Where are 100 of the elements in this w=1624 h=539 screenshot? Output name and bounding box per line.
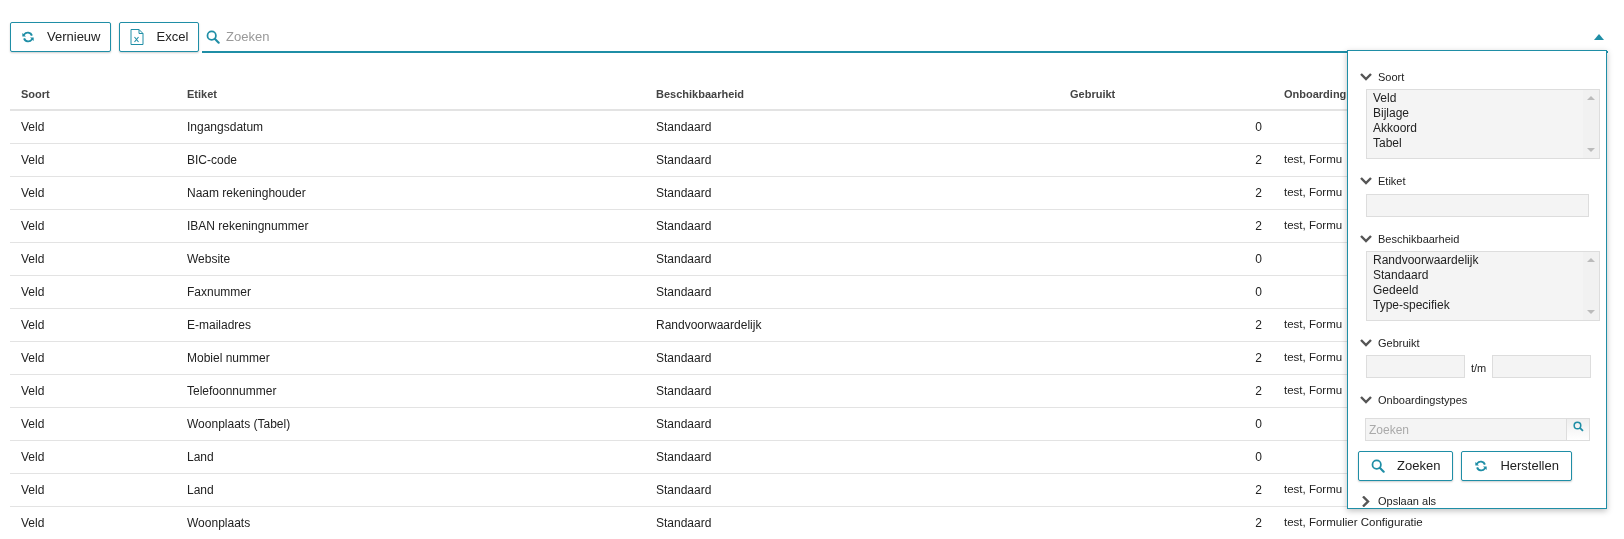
scroll-down-icon[interactable]: [1587, 148, 1595, 152]
table-cell-text: 2: [1255, 383, 1262, 400]
refresh-icon: [21, 30, 35, 44]
list-option[interactable]: Randvoorwaardelijk: [1373, 253, 1583, 268]
input-field[interactable]: [1366, 193, 1589, 217]
filter-label: Beschikbaarheid: [1378, 231, 1460, 247]
table-cell-text: 2: [1255, 515, 1262, 532]
table-cell-text: test, Formu: [1284, 185, 1343, 201]
table-cell-text: 2: [1255, 350, 1262, 367]
table-cell-text: test, Formu: [1284, 218, 1343, 234]
table-cell-text: Veld: [21, 152, 45, 169]
input-field[interactable]: [1366, 355, 1465, 378]
list-option[interactable]: Akkoord: [1373, 121, 1583, 136]
table-cell-text: test, Formu: [1284, 317, 1343, 333]
chevron-down-icon[interactable]: [1360, 337, 1372, 349]
excel-button[interactable]: Excel: [119, 22, 200, 52]
table-cell-text: Veld: [21, 119, 45, 136]
column-header[interactable]: Soort: [21, 85, 50, 103]
table-cell-text: Veld: [21, 449, 45, 466]
list-option[interactable]: Standaard: [1373, 268, 1583, 283]
table-cell-text: 2: [1255, 152, 1262, 169]
table-cell-text: Standaard: [656, 218, 712, 235]
search-button[interactable]: Zoeken: [1358, 451, 1454, 481]
table-cell-text: Standaard: [656, 515, 712, 532]
table-cell-text: E-mailadres: [187, 317, 252, 334]
refresh-icon: [1474, 459, 1489, 473]
filter-label: Gebruikt: [1378, 335, 1420, 351]
table-cell-text: test, Formu: [1284, 383, 1343, 399]
table-cell-text: Mobiel nummer: [187, 350, 270, 367]
input-field[interactable]: [1492, 355, 1592, 378]
table-cell-text: Standaard: [656, 185, 712, 202]
chevron-right-icon[interactable]: [1360, 495, 1372, 507]
refresh-button[interactable]: Vernieuw: [10, 22, 112, 52]
table-cell-text: Land: [187, 482, 214, 499]
table-cell-text: 2: [1255, 218, 1262, 235]
table-cell-text: Standaard: [656, 119, 712, 136]
list-option[interactable]: Tabel: [1373, 136, 1583, 151]
table-cell-text: Veld: [21, 515, 45, 532]
table-cell-text: Standaard: [656, 449, 712, 466]
table-cell-text: Veld: [21, 218, 45, 235]
table-cell-text: Standaard: [656, 482, 712, 499]
scroll-up-icon[interactable]: [1587, 96, 1595, 100]
table-cell-text: 2: [1255, 482, 1262, 499]
list-option[interactable]: Bijlage: [1373, 106, 1583, 121]
table-cell-text: 2: [1255, 185, 1262, 202]
column-header[interactable]: Etiket: [187, 85, 217, 103]
table-cell-text: Woonplaats (Tabel): [187, 416, 291, 433]
filter-label: Onboardingstypes: [1378, 392, 1468, 408]
table-cell-text: IBAN rekeningnummer: [187, 218, 309, 235]
table-cell-text: Veld: [21, 416, 45, 433]
list-box[interactable]: Veld Bijlage Akkoord Tabel: [1366, 89, 1600, 159]
search-button[interactable]: [1566, 419, 1589, 440]
table-cell-text: 0: [1255, 251, 1262, 268]
table-cell-text: Veld: [21, 350, 45, 367]
table-cell-text: Standaard: [656, 152, 712, 169]
list-box[interactable]: Randvoorwaardelijk Standaard Gedeeld Type-specifiek: [1366, 251, 1600, 321]
column-header[interactable]: Onboarding: [1284, 85, 1347, 103]
search-input[interactable]: Zoeken: [226, 26, 1588, 47]
chevron-down-icon[interactable]: [1360, 233, 1372, 245]
table-cell-text: Veld: [21, 482, 45, 499]
table-cell-text: Telefoonnummer: [187, 383, 277, 400]
table-cell-text: Veld: [21, 317, 45, 334]
chevron-down-icon[interactable]: [1360, 175, 1372, 187]
table-cell-text: Veld: [21, 284, 45, 301]
table-cell-text: 0: [1255, 284, 1262, 301]
filter-label: Etiket: [1378, 173, 1406, 189]
table-cell-text: Standaard: [656, 416, 712, 433]
scroll-down-icon[interactable]: [1587, 310, 1595, 314]
table-cell-text: Randvoorwaardelijk: [656, 317, 762, 334]
table-cell-text: 0: [1255, 449, 1262, 466]
table-cell-text: Woonplaats: [187, 515, 251, 532]
chevron-down-icon[interactable]: [1360, 71, 1372, 83]
table-cell-text: 0: [1255, 119, 1262, 136]
reset-button[interactable]: Herstellen: [1461, 451, 1572, 481]
table-cell-text: Standaard: [656, 284, 712, 301]
search-icon: [206, 29, 220, 44]
table-cell-text: Veld: [21, 251, 45, 268]
list-option[interactable]: Veld: [1373, 91, 1583, 106]
range-separator: t/m: [1471, 361, 1487, 377]
table-cell-text: test, Formu: [1284, 482, 1343, 498]
table-cell-text: test, Formu: [1284, 152, 1343, 168]
list-option[interactable]: Gedeeld: [1373, 283, 1583, 298]
table-cell-text: test, Formulier Configuratie: [1284, 515, 1423, 531]
column-header[interactable]: Beschikbaarheid: [656, 85, 745, 103]
list-option[interactable]: Type-specifiek: [1373, 298, 1583, 313]
table-cell-text: 0: [1255, 416, 1262, 433]
table-cell-text: Standaard: [656, 383, 712, 400]
caret-up-icon[interactable]: [1594, 33, 1604, 40]
chevron-down-icon[interactable]: [1360, 394, 1372, 406]
excel-file-icon: [130, 29, 145, 45]
scroll-up-icon[interactable]: [1587, 258, 1595, 262]
table-cell-text: Veld: [21, 383, 45, 400]
table-cell-text: Standaard: [656, 251, 712, 268]
table-cell-text: 2: [1255, 317, 1262, 334]
table-cell-text: Naam rekeninghouder: [187, 185, 306, 202]
search-icon: [1572, 421, 1584, 432]
save-as-link[interactable]: Opslaan als: [1378, 493, 1437, 510]
table-cell-text: Standaard: [656, 350, 712, 367]
column-header[interactable]: Gebruikt: [1070, 85, 1116, 103]
table-cell-text: BIC-code: [187, 152, 238, 169]
